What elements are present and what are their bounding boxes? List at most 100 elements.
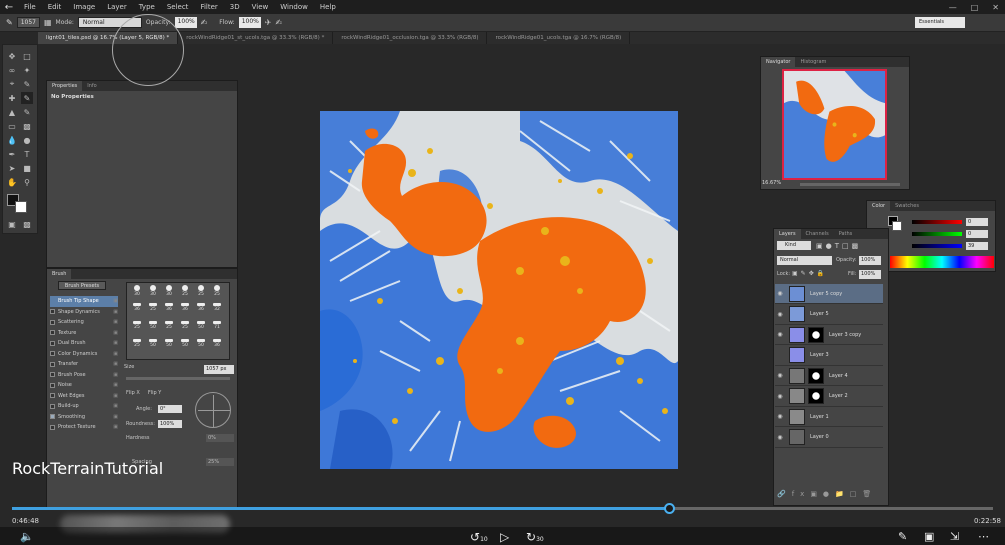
brush-setting-item[interactable]: Protect Texture ▣ <box>50 422 118 433</box>
exit-fullscreen-icon[interactable]: ⇲ <box>950 530 959 544</box>
brush-setting-checkbox[interactable] <box>50 319 55 325</box>
brush-setting-item[interactable]: Shape Dynamics ▣ <box>50 307 118 318</box>
brush-tip[interactable]: 36 <box>130 303 144 315</box>
tab-doc-2[interactable]: rockWindRidge01_st_ucols.tga @ 33.3% (RG… <box>178 32 334 44</box>
brush-tip[interactable]: 30 <box>162 285 176 297</box>
green-slider[interactable] <box>912 232 962 236</box>
clone-stamp-icon[interactable]: ▲ <box>6 106 18 118</box>
brush-setting-checkbox[interactable] <box>50 393 55 399</box>
roundness-input[interactable]: 100% <box>158 420 182 428</box>
menu-edit[interactable]: Edit <box>42 3 68 11</box>
brush-tool-active-icon[interactable]: ✎ <box>21 92 33 104</box>
brush-setting-item[interactable]: Color Dynamics ▣ <box>50 349 118 360</box>
lock-icon[interactable]: ▣ <box>113 317 118 327</box>
forward-30-icon[interactable]: ↻30 <box>526 530 544 544</box>
lock-icon[interactable]: ▣ <box>113 401 118 411</box>
tab-brush[interactable]: Brush <box>47 269 72 279</box>
brush-tip[interactable]: 25 <box>162 321 176 333</box>
lock-icon[interactable]: ▣ <box>113 307 118 317</box>
brush-tip[interactable]: 50 <box>178 339 192 351</box>
menu-file[interactable]: File <box>18 3 42 11</box>
red-value[interactable]: 0 <box>966 218 988 226</box>
layer-thumbnail[interactable] <box>789 285 805 302</box>
brush-setting-checkbox[interactable] <box>50 403 55 409</box>
gradient-tool-icon[interactable]: ▩ <box>21 120 33 132</box>
layer-thumbnail[interactable] <box>789 326 805 343</box>
tab-info[interactable]: Info <box>82 81 101 91</box>
screen-mode-icon[interactable]: ▩ <box>21 218 33 230</box>
menu-3d[interactable]: 3D <box>224 3 246 11</box>
eyedropper-icon[interactable]: ✎ <box>21 78 33 90</box>
minimize-icon[interactable]: — <box>949 3 957 12</box>
dodge-tool-icon[interactable]: ● <box>21 134 33 146</box>
brush-setting-checkbox[interactable] <box>50 424 55 430</box>
menu-window[interactable]: Window <box>274 3 314 11</box>
blue-value[interactable]: 39 <box>966 242 988 250</box>
brush-setting-checkbox[interactable] <box>50 414 55 420</box>
color-background-swatch[interactable] <box>892 221 902 231</box>
navigator-zoom-slider[interactable] <box>800 183 900 186</box>
quick-mask-icon[interactable]: ▣ <box>6 218 18 230</box>
menu-view[interactable]: View <box>246 3 275 11</box>
spacing-input[interactable]: 25% <box>206 458 234 466</box>
layer-row[interactable]: ◉ Layer 5 <box>775 305 883 325</box>
brush-setting-checkbox[interactable] <box>50 382 55 388</box>
opacity-input[interactable]: 100% <box>174 17 197 28</box>
brush-tip[interactable]: 30 <box>130 285 144 297</box>
brush-tip[interactable]: 50 <box>194 339 208 351</box>
brush-setting-item[interactable]: Build-up ▣ <box>50 401 118 412</box>
brush-tip[interactable]: 25 <box>210 285 224 297</box>
brush-angle-preview[interactable] <box>195 392 231 428</box>
layer-thumbnail[interactable] <box>789 306 805 322</box>
brush-size-picker[interactable]: 1057 <box>16 17 40 28</box>
layer-mask-thumbnail[interactable] <box>808 388 824 404</box>
blur-tool-icon[interactable]: 💧 <box>6 134 18 146</box>
lock-icon[interactable]: ▣ <box>113 380 118 390</box>
brush-tip[interactable]: 50 <box>146 339 160 351</box>
red-slider[interactable] <box>912 220 962 224</box>
brush-tip[interactable]: 32 <box>210 303 224 315</box>
layer-visibility-eye-icon[interactable]: ◉ <box>775 434 785 441</box>
brush-setting-item[interactable]: Dual Brush ▣ <box>50 338 118 349</box>
lock-icon[interactable]: ▣ <box>113 296 118 306</box>
layer-thumbnail[interactable] <box>789 429 805 445</box>
brush-tip[interactable]: 25 <box>194 285 208 297</box>
brush-setting-item[interactable]: Wet Edges ▣ <box>50 391 118 402</box>
brush-setting-checkbox[interactable] <box>50 340 55 346</box>
flip-y-checkbox[interactable]: Flip Y <box>148 390 161 396</box>
tab-histogram[interactable]: Histogram <box>795 57 831 67</box>
brush-setting-checkbox[interactable] <box>50 361 55 367</box>
brush-setting-item[interactable]: Scattering ▣ <box>50 317 118 328</box>
flow-input[interactable]: 100% <box>238 17 261 28</box>
quick-select-icon[interactable]: ✦ <box>21 64 33 76</box>
brush-tool-icon[interactable]: ✎ <box>6 18 13 27</box>
flip-x-checkbox[interactable]: Flip X <box>126 390 140 396</box>
back-arrow-icon[interactable]: ← <box>0 0 18 14</box>
workspace-select[interactable]: Essentials <box>915 17 965 28</box>
brush-setting-checkbox[interactable] <box>50 330 55 336</box>
lock-icon[interactable]: ▣ <box>113 328 118 338</box>
tab-swatches[interactable]: Swatches <box>890 201 924 211</box>
lock-icon[interactable]: ▣ <box>113 412 118 422</box>
rewind-10-icon[interactable]: ↺10 <box>470 530 488 544</box>
navigator-thumbnail[interactable] <box>782 69 887 180</box>
hand-tool-icon[interactable]: ✋ <box>6 176 18 188</box>
brush-size-input[interactable]: 1057 px <box>204 365 234 374</box>
brush-tip[interactable]: 36 <box>194 303 208 315</box>
brush-setting-checkbox[interactable] <box>50 351 55 357</box>
tab-color[interactable]: Color <box>867 201 891 211</box>
tab-paths[interactable]: Paths <box>834 229 858 239</box>
volume-icon[interactable]: 🔈 <box>20 530 34 544</box>
layer-visibility-eye-icon[interactable]: ◉ <box>775 413 785 420</box>
menu-filter[interactable]: Filter <box>194 3 223 11</box>
pressure-size-icon[interactable]: ✍ <box>275 18 282 27</box>
path-select-icon[interactable]: ➤ <box>6 162 18 174</box>
brush-tip[interactable]: 25 <box>146 303 160 315</box>
play-icon[interactable]: ▷ <box>500 530 509 544</box>
layer-thumbnail[interactable] <box>789 367 805 384</box>
tab-doc-3[interactable]: rockWindRidge01_occlusion.tga @ 33.3% (R… <box>333 32 488 44</box>
layer-visibility-eye-icon[interactable]: ◉ <box>775 393 785 400</box>
type-tool-icon[interactable]: T <box>21 148 33 160</box>
layer-visibility-eye-icon[interactable]: ◉ <box>775 331 785 338</box>
brush-panel-toggle-icon[interactable]: ▦ <box>44 18 52 27</box>
